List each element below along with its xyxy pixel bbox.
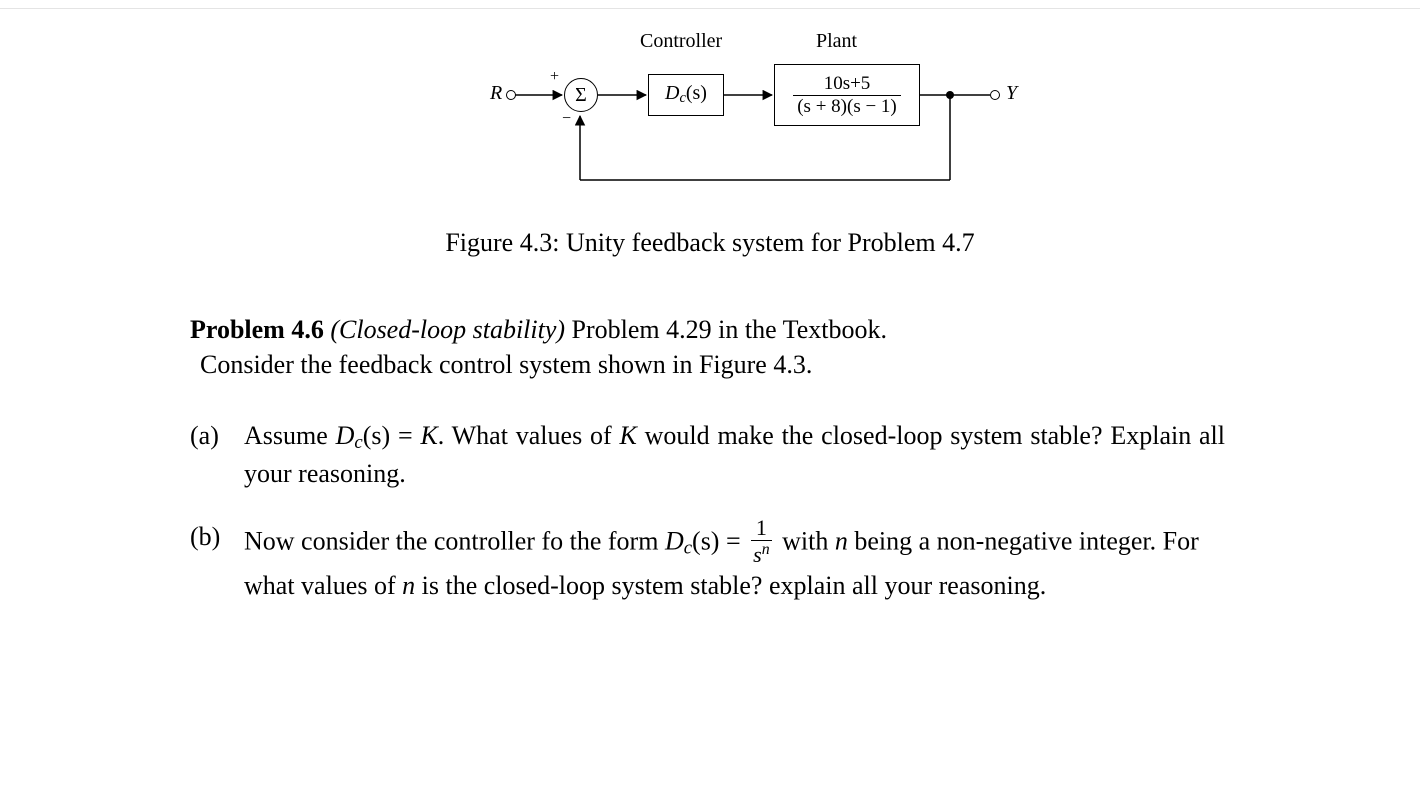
plant-numerator: 10s+5 — [793, 74, 901, 95]
part-b-text: Now consider the controller fo the form … — [244, 519, 1225, 603]
figure-caption: Figure 4.3: Unity feedback system for Pr… — [0, 228, 1420, 258]
input-node — [506, 90, 516, 100]
sigma-symbol: Σ — [575, 84, 587, 106]
diagram-wires — [480, 30, 1020, 200]
plant-denominator: (s + 8)(s − 1) — [793, 95, 901, 117]
problem-rest: Problem 4.29 in the Textbook. — [572, 315, 887, 344]
part-a-label: (a) — [190, 418, 244, 490]
sum-plus: + — [550, 68, 559, 86]
part-b: (b) Now consider the controller fo the f… — [190, 519, 1225, 603]
controller-heading: Controller — [640, 30, 722, 53]
problem-line2: Consider the feedback control system sho… — [200, 347, 1225, 382]
input-label: R — [490, 82, 502, 105]
controller-tf: Dc(s) — [665, 82, 707, 107]
problem-body: Problem 4.6 (Closed-loop stability) Prob… — [190, 312, 1225, 631]
pickoff-node — [946, 91, 954, 99]
block-diagram: Controller Plant R + − Σ Dc(s) 10s+5 (s … — [480, 30, 1020, 200]
plant-tf: 10s+5 (s + 8)(s − 1) — [793, 74, 901, 117]
part-b-fraction: 1sn — [751, 517, 771, 566]
parts-list: (a) Assume Dc(s) = K. What values of K w… — [190, 418, 1225, 602]
part-b-label: (b) — [190, 519, 244, 603]
plant-block: 10s+5 (s + 8)(s − 1) — [774, 64, 920, 126]
part-a-text: Assume Dc(s) = K. What values of K would… — [244, 418, 1225, 490]
controller-block: Dc(s) — [648, 74, 724, 116]
part-a: (a) Assume Dc(s) = K. What values of K w… — [190, 418, 1225, 490]
summing-junction: Σ — [564, 78, 598, 112]
page: Controller Plant R + − Σ Dc(s) 10s+5 (s … — [0, 0, 1420, 788]
output-node — [990, 90, 1000, 100]
output-label: Y — [1006, 82, 1017, 105]
sum-minus: − — [562, 110, 571, 128]
top-rule — [0, 8, 1420, 9]
plant-heading: Plant — [816, 30, 857, 53]
problem-number: Problem 4.6 — [190, 315, 324, 344]
problem-heading: Problem 4.6 (Closed-loop stability) Prob… — [190, 312, 1225, 347]
problem-title: (Closed-loop stability) — [330, 315, 565, 344]
